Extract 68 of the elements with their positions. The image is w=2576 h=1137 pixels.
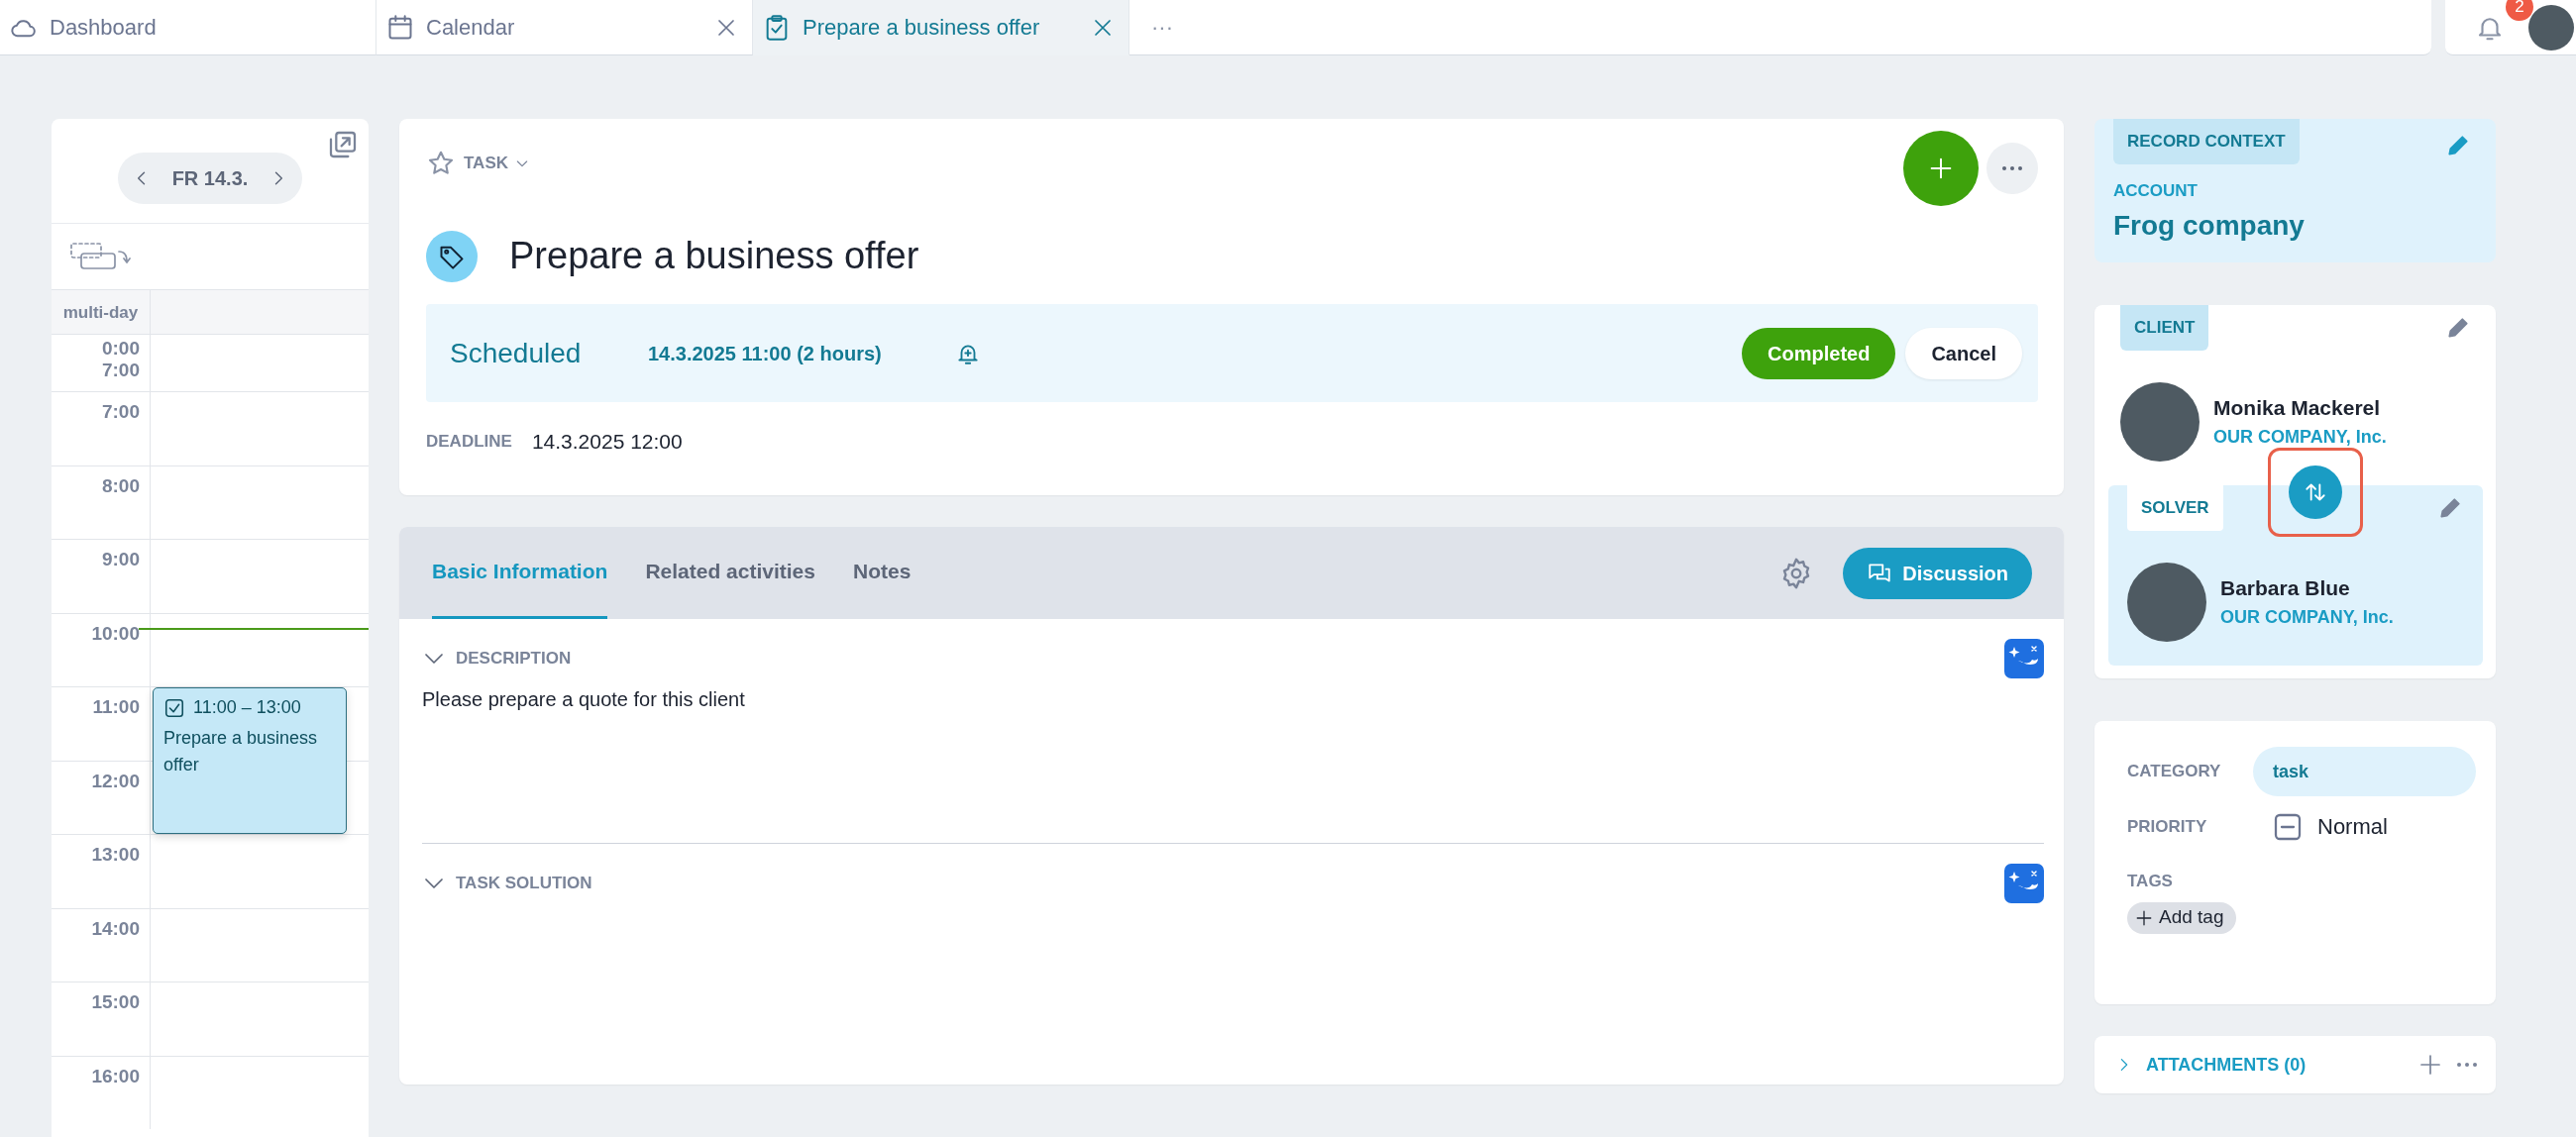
add-tag-button[interactable]: Add tag xyxy=(2127,901,2236,934)
event-title: Prepare a business offer xyxy=(163,727,319,776)
description-text: Please prepare a quote for this client xyxy=(422,687,746,712)
solver-label: SOLVER xyxy=(2127,485,2223,531)
time-label: 7:00 xyxy=(100,360,140,381)
deadline-label: DEADLINE xyxy=(426,431,512,453)
priority-value: Normal xyxy=(2317,813,2388,841)
plus-icon xyxy=(2135,908,2153,927)
plus-icon[interactable] xyxy=(2418,1053,2442,1077)
time-label: 14:00 xyxy=(91,917,140,939)
details-tab[interactable]: Basic Information xyxy=(432,527,608,619)
category-label: CATEGORY xyxy=(2127,761,2222,783)
multi-day-label: multi-day xyxy=(62,303,139,322)
time-label: 8:00 xyxy=(101,474,140,496)
status-label: Scheduled xyxy=(450,336,583,370)
time-label: 15:00 xyxy=(91,991,140,1012)
time-label: 0:00 xyxy=(100,338,140,360)
swap-button[interactable] xyxy=(2289,465,2342,519)
more-tabs-button[interactable]: ··· xyxy=(1151,11,1173,44)
tag-icon xyxy=(426,230,478,282)
discussion-button[interactable]: Discussion xyxy=(1843,547,2032,599)
event-time: 11:00 – 13:00 xyxy=(193,696,301,719)
time-label: 11:00 xyxy=(92,696,140,717)
dots-icon xyxy=(2001,165,2023,171)
ai-assistant-icon[interactable] xyxy=(2004,639,2044,678)
time-label: 10:00 xyxy=(91,622,140,644)
client-label: CLIENT xyxy=(2120,305,2209,351)
pencil-icon[interactable] xyxy=(2437,495,2463,521)
dots-icon[interactable] xyxy=(2456,1062,2478,1068)
pencil-icon[interactable] xyxy=(2445,315,2471,341)
time-label: 7:00 xyxy=(101,401,140,422)
time-label: 12:00 xyxy=(91,770,140,791)
section-title: TASK SOLUTION xyxy=(456,873,592,895)
schedule-date: 14.3.2025 11:00 (2 hours) xyxy=(648,341,883,366)
notification-badge: 2 xyxy=(2506,0,2533,21)
switch-view-icon[interactable] xyxy=(69,242,131,271)
priority-label: PRIORITY xyxy=(2127,815,2208,838)
calendar-event[interactable]: 11:00 – 13:00 Prepare a business offer xyxy=(153,687,347,834)
account-name[interactable]: Frog company xyxy=(2113,205,2477,247)
checkbox-icon xyxy=(163,696,185,719)
cancel-button[interactable]: Cancel xyxy=(1905,327,2022,379)
time-label: 16:00 xyxy=(91,1065,140,1086)
pencil-icon[interactable] xyxy=(2445,133,2471,158)
solver-name[interactable]: Barbara Blue xyxy=(2220,572,2394,604)
time-label: 9:00 xyxy=(101,549,140,569)
user-avatar[interactable] xyxy=(2528,4,2574,51)
popout-icon[interactable] xyxy=(327,129,359,160)
client-name[interactable]: Monika Mackerel xyxy=(2213,392,2387,424)
tab[interactable]: Calendar xyxy=(376,0,753,55)
account-label: ACCOUNT xyxy=(2113,179,2199,202)
task-title: Prepare a business offer xyxy=(509,234,919,278)
completed-button[interactable]: Completed xyxy=(1742,327,1896,379)
solver-company: OUR COMPANY, Inc. xyxy=(2220,605,2394,629)
category-pill[interactable]: task xyxy=(2253,747,2476,796)
date-label: FR 14.3. xyxy=(171,165,249,191)
attachments-label[interactable]: ATTACHMENTS (0) xyxy=(2146,1051,2405,1079)
tab[interactable]: Dashboard xyxy=(0,0,376,55)
details-tab[interactable]: Notes xyxy=(852,527,912,619)
ai-assistant-icon[interactable] xyxy=(2004,864,2044,903)
time-label: 13:00 xyxy=(91,844,140,865)
section-title: DESCRIPTION xyxy=(456,648,572,671)
tags-label: TAGS xyxy=(2127,871,2174,892)
type-dropdown[interactable]: TASK xyxy=(464,151,530,176)
client-company: OUR COMPANY, Inc. xyxy=(2213,425,2387,449)
record-context-label: RECORD CONTEXT xyxy=(2113,119,2300,164)
deadline-value: 14.3.2025 12:00 xyxy=(531,429,683,455)
details-tab[interactable]: Related activities xyxy=(645,527,815,619)
calendar-icon xyxy=(386,13,414,42)
